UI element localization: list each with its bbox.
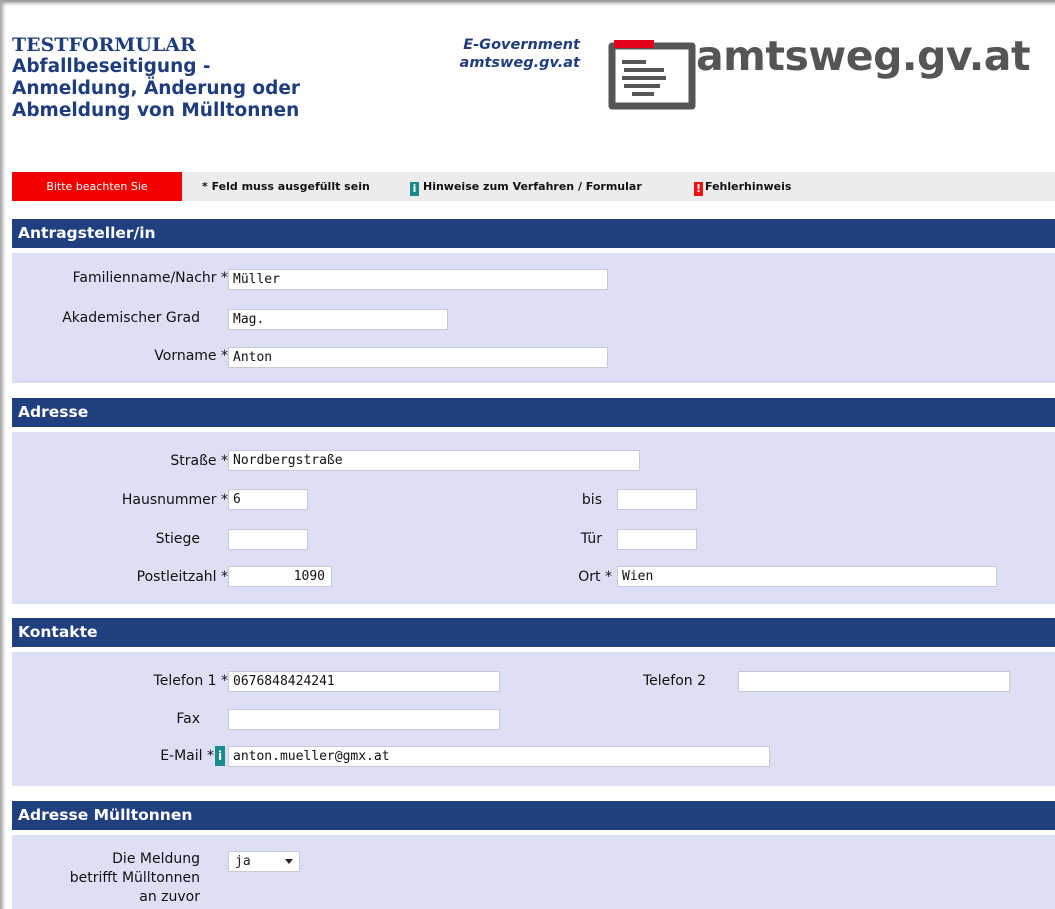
bins-answer-value: ja — [235, 854, 251, 869]
title-line-1: TESTFORMULAR — [12, 34, 196, 56]
degree-field[interactable]: Mag. — [228, 309, 448, 330]
bins-question-line-1: Die Meldung — [112, 851, 200, 867]
phone1-field[interactable]: 0676848424241 — [228, 671, 500, 692]
phone2-field[interactable] — [738, 671, 1010, 692]
street-label: Straße * — [170, 453, 228, 469]
attention-label[interactable]: Bitte beachten Sie — [12, 172, 182, 201]
legend-bar: Bitte beachten Sie * Feld muss ausgefüll… — [12, 172, 1055, 201]
housenr-field[interactable]: 6 — [228, 489, 308, 510]
section-bins: Die Meldung betrifft Mülltonnen an zuvor… — [12, 835, 1055, 909]
city-label: Ort * — [578, 569, 612, 585]
egov-label: E-Government amtsweg.gv.at — [420, 36, 580, 72]
window-left-shadow — [0, 0, 6, 909]
info-hint-label: Hinweise zum Verfahren / Formular — [423, 180, 642, 193]
stair-label: Stiege — [155, 531, 200, 547]
chevron-down-icon — [285, 859, 293, 864]
error-hint: ! Fehlerhinweis — [694, 172, 791, 201]
amtsweg-logo: amtsweg.gv.at — [596, 28, 1051, 138]
logo-icon — [608, 40, 696, 110]
egov-line-2: amtsweg.gv.at — [459, 55, 580, 71]
stair-field[interactable] — [228, 529, 308, 550]
info-hint[interactable]: i Hinweise zum Verfahren / Formular — [410, 172, 642, 201]
zip-label: Postleitzahl * — [136, 569, 228, 585]
info-icon: i — [410, 182, 419, 196]
zip-field[interactable]: 1090 — [228, 566, 332, 587]
bis-field[interactable] — [617, 489, 697, 510]
firstname-field[interactable]: Anton — [228, 347, 608, 368]
section-applicant-header: Antragsteller/in — [12, 219, 1055, 248]
section-applicant: Familienname/Nachr * Müller Akademischer… — [12, 253, 1055, 383]
window-top-shadow — [0, 0, 1055, 6]
housenr-label: Hausnummer * — [121, 492, 228, 508]
email-label: E-Mail * — [160, 748, 214, 764]
fax-field[interactable] — [228, 709, 500, 730]
bins-question-label: Die Meldung betrifft Mülltonnen an zuvor — [24, 850, 200, 907]
door-label: Tür — [580, 531, 602, 547]
title-line-2: Abfallbeseitigung - — [12, 56, 211, 77]
bis-label: bis — [581, 492, 602, 508]
phone1-label: Telefon 1 * — [153, 673, 228, 689]
error-icon: ! — [694, 182, 703, 196]
section-contact: Telefon 1 * 0676848424241 Telefon 2 Fax … — [12, 652, 1055, 786]
egov-line-1: E-Government — [463, 37, 580, 53]
logo-text: amtsweg.gv.at — [696, 32, 1031, 80]
lastname-label: Familienname/Nachr * — [72, 270, 228, 286]
section-contact-header: Kontakte — [12, 618, 1055, 647]
title-line-3: Anmeldung, Änderung oder — [12, 78, 300, 99]
street-field[interactable]: Nordbergstraße — [228, 450, 640, 471]
bins-answer-select[interactable]: ja — [228, 851, 300, 872]
fax-label: Fax — [176, 711, 200, 727]
firstname-label: Vorname * — [154, 348, 228, 364]
city-field[interactable]: Wien — [617, 566, 997, 587]
degree-label: Akademischer Grad — [62, 310, 200, 326]
section-address-header: Adresse — [12, 398, 1055, 427]
bins-question-line-2: betrifft Mülltonnen — [69, 870, 200, 886]
email-field[interactable]: anton.mueller@gmx.at — [228, 746, 770, 767]
title-line-4: Abmeldung von Mülltonnen — [12, 100, 300, 121]
lastname-field[interactable]: Müller — [228, 269, 608, 290]
door-field[interactable] — [617, 529, 697, 550]
error-hint-label: Fehlerhinweis — [705, 180, 792, 193]
section-address: Straße * Nordbergstraße Hausnummer * 6 b… — [12, 432, 1055, 604]
section-bins-header: Adresse Mülltonnen — [12, 801, 1055, 830]
bins-question-line-3: an zuvor — [139, 889, 200, 905]
email-info-icon[interactable]: i — [215, 746, 225, 766]
required-hint: * Feld muss ausgefüllt sein — [202, 180, 370, 193]
form-title: TESTFORMULAR Abfallbeseitigung - Anmeldu… — [12, 34, 372, 122]
phone2-label: Telefon 2 — [642, 673, 706, 689]
